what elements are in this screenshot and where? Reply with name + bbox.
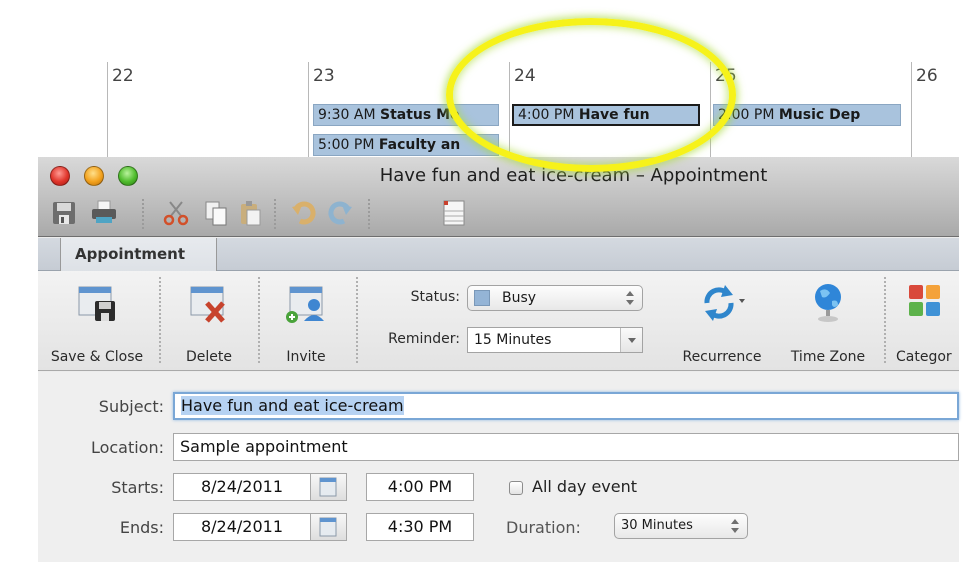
calendar-event-selected[interactable]: 4:00 PM Have fun	[512, 104, 700, 126]
ribbon-separator	[258, 277, 260, 363]
calendar-delete-icon	[190, 286, 225, 323]
calendar-day-22[interactable]: 22	[107, 62, 309, 162]
all-day-label[interactable]: All day event	[532, 477, 637, 496]
event-title: Status Me	[380, 107, 460, 123]
time-zone-label: Time Zone	[790, 349, 866, 365]
invite-button[interactable]: Invite	[264, 281, 348, 365]
calendar-day-25[interactable]: 25 2:00 PM Music Dep	[710, 62, 912, 162]
save-close-label: Save & Close	[50, 349, 144, 365]
calendar-day-23[interactable]: 23 9:30 AM Status Me 5:00 PM Faculty an	[308, 62, 510, 162]
calendar-event[interactable]: 5:00 PM Faculty an	[313, 134, 499, 156]
status-label: Status:	[410, 289, 460, 305]
categorize-label: Categor	[896, 349, 952, 365]
delete-button[interactable]: Delete	[166, 281, 252, 365]
status-select[interactable]: Busy	[467, 285, 643, 311]
day-number: 25	[715, 66, 737, 86]
day-number: 22	[112, 66, 134, 86]
calendar-view-icon[interactable]	[440, 199, 468, 227]
updown-arrows-icon	[626, 289, 634, 307]
duration-value: 30 Minutes	[621, 518, 693, 533]
subject-label: Subject:	[98, 397, 164, 416]
reminder-combobox[interactable]: 15 Minutes	[467, 327, 643, 353]
recurrence-label: Recurrence	[682, 349, 762, 365]
paste-icon[interactable]	[236, 199, 264, 227]
event-title: Have fun	[578, 107, 650, 123]
event-time: 2:00 PM	[718, 107, 779, 123]
busy-color-swatch	[474, 290, 490, 306]
start-time-input[interactable]: 4:00 PM	[366, 473, 474, 501]
categories-icon	[908, 285, 940, 316]
ribbon: Save & Close Delete Invite Status: Busy …	[38, 271, 959, 371]
tab-appointment[interactable]: Appointment	[60, 238, 217, 272]
event-title: Music Dep	[778, 107, 861, 123]
ribbon-separator	[159, 277, 161, 363]
subject-input[interactable]: Have fun and eat ice-cream	[173, 392, 959, 420]
end-date-value: 8/24/2011	[200, 517, 284, 536]
cut-icon[interactable]	[162, 199, 190, 227]
end-date-input[interactable]: 8/24/2011	[173, 513, 311, 541]
day-number: 24	[514, 66, 536, 86]
event-title: Faculty an	[378, 137, 461, 153]
save-icon[interactable]	[50, 199, 78, 227]
invite-label: Invite	[286, 349, 326, 365]
calendar-day-24[interactable]: 24 4:00 PM Have fun	[509, 62, 711, 162]
calendar-week-view: 22 23 9:30 AM Status Me 5:00 PM Faculty …	[0, 0, 979, 162]
toolbar-separator	[368, 199, 370, 229]
location-label: Location:	[90, 438, 164, 457]
title-bar[interactable]: Have fun and eat ice-cream – Appointment	[38, 157, 959, 237]
location-input[interactable]: Sample appointment	[173, 433, 959, 461]
toolbar-separator	[142, 199, 144, 229]
save-close-button[interactable]: Save & Close	[42, 281, 152, 365]
calendar-day-26[interactable]: 26	[911, 62, 979, 162]
end-date-picker-button[interactable]	[311, 513, 347, 541]
redo-icon[interactable]	[326, 199, 354, 227]
day-number: 26	[916, 66, 938, 86]
reminder-value: 15 Minutes	[474, 332, 552, 348]
start-time-value: 4:00 PM	[387, 477, 453, 496]
recurrence-icon	[704, 285, 745, 321]
start-date-picker-button[interactable]	[311, 473, 347, 501]
ends-label: Ends:	[119, 518, 164, 537]
toolbar-separator	[274, 199, 276, 229]
calendar-event[interactable]: 9:30 AM Status Me	[313, 104, 499, 126]
calendar-save-icon	[78, 286, 115, 321]
recurrence-button[interactable]: Recurrence	[676, 281, 768, 365]
calendar-event[interactable]: 2:00 PM Music Dep	[713, 104, 901, 126]
start-date-input[interactable]: 8/24/2011	[173, 473, 311, 501]
start-date-value: 8/24/2011	[200, 477, 284, 496]
status-value: Busy	[502, 290, 537, 306]
end-time-input[interactable]: 4:30 PM	[366, 513, 474, 541]
ribbon-separator	[884, 277, 886, 363]
dropdown-arrow-icon[interactable]	[620, 328, 642, 352]
ribbon-separator	[356, 277, 358, 363]
starts-label: Starts:	[111, 478, 164, 497]
delete-label: Delete	[186, 349, 232, 365]
undo-icon[interactable]	[290, 199, 318, 227]
calendar-invite-icon	[286, 286, 324, 323]
subject-value: Have fun and eat ice-cream	[181, 396, 404, 415]
day-number: 23	[313, 66, 335, 86]
ribbon-tab-bar: Appointment	[38, 238, 959, 272]
categorize-button[interactable]: Categor	[890, 281, 959, 365]
location-value: Sample appointment	[180, 437, 348, 456]
end-time-value: 4:30 PM	[387, 517, 453, 536]
event-time: 5:00 PM	[318, 137, 379, 153]
duration-label: Duration:	[506, 518, 581, 537]
event-time: 4:00 PM	[518, 107, 579, 123]
window-title: Have fun and eat ice-cream – Appointment	[379, 165, 768, 186]
updown-arrows-icon	[731, 517, 739, 535]
event-time: 9:30 AM	[318, 107, 380, 123]
appointment-window: Have fun and eat ice-cream – Appointment	[38, 157, 959, 562]
time-zone-button[interactable]: Time Zone	[780, 281, 876, 365]
copy-icon[interactable]	[202, 199, 230, 227]
calendar-picker-icon	[319, 517, 337, 537]
print-icon[interactable]	[90, 199, 118, 227]
all-day-checkbox[interactable]	[509, 481, 523, 495]
reminder-label: Reminder:	[388, 331, 460, 347]
duration-select[interactable]: 30 Minutes	[614, 513, 748, 539]
calendar-picker-icon	[319, 477, 337, 497]
appointment-form: Subject: Have fun and eat ice-cream Loca…	[38, 372, 959, 562]
globe-icon	[815, 284, 841, 322]
